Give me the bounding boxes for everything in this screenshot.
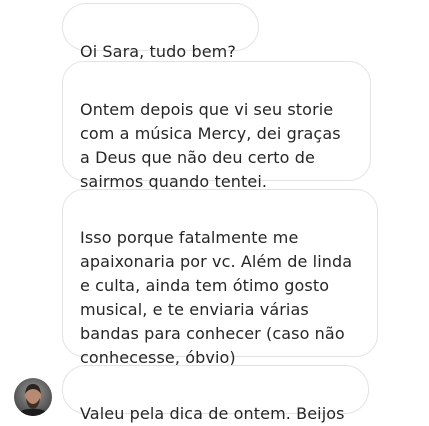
message-bubble[interactable]: Isso porque fatalmente me apaixonaria po… xyxy=(62,189,378,367)
message-bubble[interactable]: Oi Sara, tudo bem? xyxy=(62,3,259,61)
message-bubble[interactable]: Ontem depois que vi seu storie com a mús… xyxy=(62,61,371,191)
message-bubble[interactable]: Valeu pela dica de ontem. Beijos xyxy=(62,365,369,423)
message-text: Oi Sara, tudo bem? xyxy=(80,42,236,61)
avatar-photo-icon xyxy=(14,378,52,416)
avatar[interactable] xyxy=(14,378,52,416)
message-text: Valeu pela dica de ontem. Beijos xyxy=(80,404,345,423)
message-text: Ontem depois que vi seu storie com a mús… xyxy=(80,100,341,191)
message-text: Isso porque fatalmente me apaixonaria po… xyxy=(80,228,353,367)
